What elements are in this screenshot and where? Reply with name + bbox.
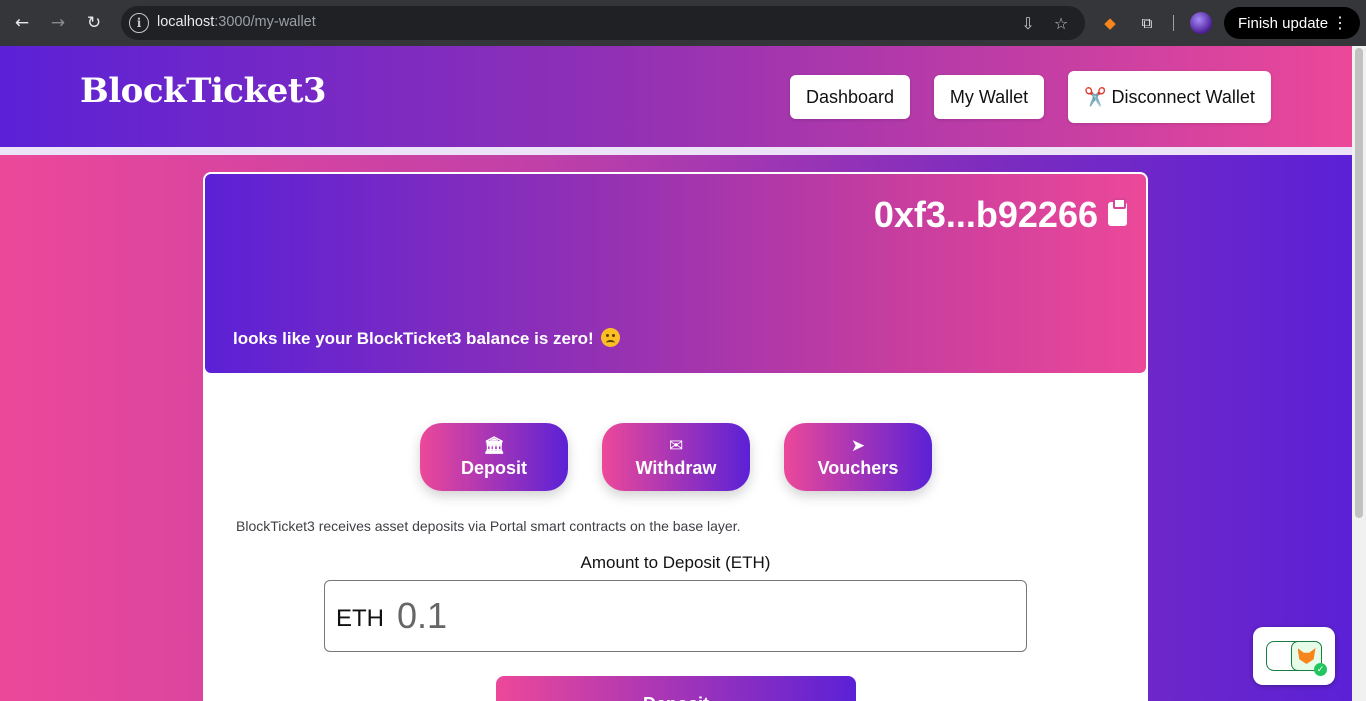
amount-input-group: ETH	[324, 580, 1027, 652]
check-icon: ✓	[1314, 663, 1327, 676]
metamask-toggle[interactable]: ✓	[1266, 641, 1327, 676]
finish-update-button[interactable]: Finish update ⋮	[1224, 7, 1360, 39]
balance-message-text: looks like your BlockTicket3 balance is …	[233, 329, 594, 348]
back-arrow-icon[interactable]: ←	[8, 9, 36, 37]
deposit-submit-button[interactable]: Deposit	[496, 676, 856, 701]
brand-logo[interactable]: BlockTicket3	[80, 71, 327, 111]
clipboard-icon[interactable]	[1108, 198, 1127, 226]
money-envelope-icon: ✉	[668, 436, 684, 456]
metamask-fox-icon[interactable]: ◆	[1099, 12, 1121, 34]
withdraw-tab-label: Withdraw	[635, 458, 717, 478]
my-wallet-button[interactable]: My Wallet	[934, 75, 1044, 119]
profile-avatar[interactable]	[1190, 12, 1212, 34]
page-scrollbar[interactable]	[1352, 46, 1366, 701]
deposit-tab-button[interactable]: 🏛 Deposit	[420, 423, 568, 491]
dashboard-button[interactable]: Dashboard	[790, 75, 910, 119]
withdraw-tab-button[interactable]: ✉ Withdraw	[602, 423, 750, 491]
metamask-knob: ✓	[1291, 641, 1327, 676]
page-viewport: BlockTicket3 Dashboard My Wallet ✂️ Disc…	[0, 46, 1352, 701]
bank-icon: 🏛	[483, 436, 505, 456]
deposit-tab-label: Deposit	[460, 458, 527, 478]
vouchers-tab-button[interactable]: ➤ Vouchers	[784, 423, 932, 491]
site-header: BlockTicket3 Dashboard My Wallet ✂️ Disc…	[0, 46, 1352, 147]
header-divider	[0, 147, 1352, 155]
puzzle-icon[interactable]: ⧉	[1136, 12, 1158, 34]
disconnect-wallet-button[interactable]: ✂️ Disconnect Wallet	[1068, 71, 1271, 123]
finish-update-label: Finish update	[1238, 14, 1329, 32]
paper-plane-icon: ➤	[850, 436, 866, 456]
address-bar[interactable]: i localhost:3000/my-wallet ⇩ ☆	[121, 6, 1085, 40]
balance-message: looks like your BlockTicket3 balance is …	[233, 328, 621, 349]
install-app-icon[interactable]: ⇩	[1017, 12, 1039, 34]
metamask-widget[interactable]: ✓	[1253, 627, 1335, 685]
scrollbar-thumb[interactable]	[1355, 48, 1363, 518]
browser-toolbar: ← → ↻ i localhost:3000/my-wallet ⇩ ☆ ◆ ⧉…	[0, 0, 1366, 46]
vouchers-tab-label: Vouchers	[817, 458, 899, 478]
wallet-address: 0xf3...b92266	[873, 194, 1098, 235]
wallet-card: 0xf3...b92266 looks like your BlockTicke…	[203, 172, 1148, 701]
deposit-info-text: BlockTicket3 receives asset deposits via…	[236, 518, 741, 534]
site-info-icon[interactable]: i	[129, 13, 149, 33]
url-path: :3000/my-wallet	[214, 14, 316, 30]
url-host: localhost	[157, 14, 215, 30]
star-icon[interactable]: ☆	[1050, 12, 1072, 34]
url-text[interactable]: localhost:3000/my-wallet	[157, 14, 316, 30]
currency-unit: ETH	[336, 605, 384, 632]
sad-face-icon	[601, 328, 621, 347]
kebab-menu-icon: ⋮	[1332, 15, 1348, 32]
metamask-fox-icon	[1297, 648, 1316, 664]
amount-input[interactable]	[397, 593, 997, 639]
reload-icon[interactable]: ↻	[80, 9, 108, 37]
balance-panel: 0xf3...b92266 looks like your BlockTicke…	[205, 174, 1146, 373]
amount-label: Amount to Deposit (ETH)	[580, 553, 771, 572]
forward-arrow-icon[interactable]: →	[44, 9, 72, 37]
toolbar-separator	[1173, 15, 1174, 31]
